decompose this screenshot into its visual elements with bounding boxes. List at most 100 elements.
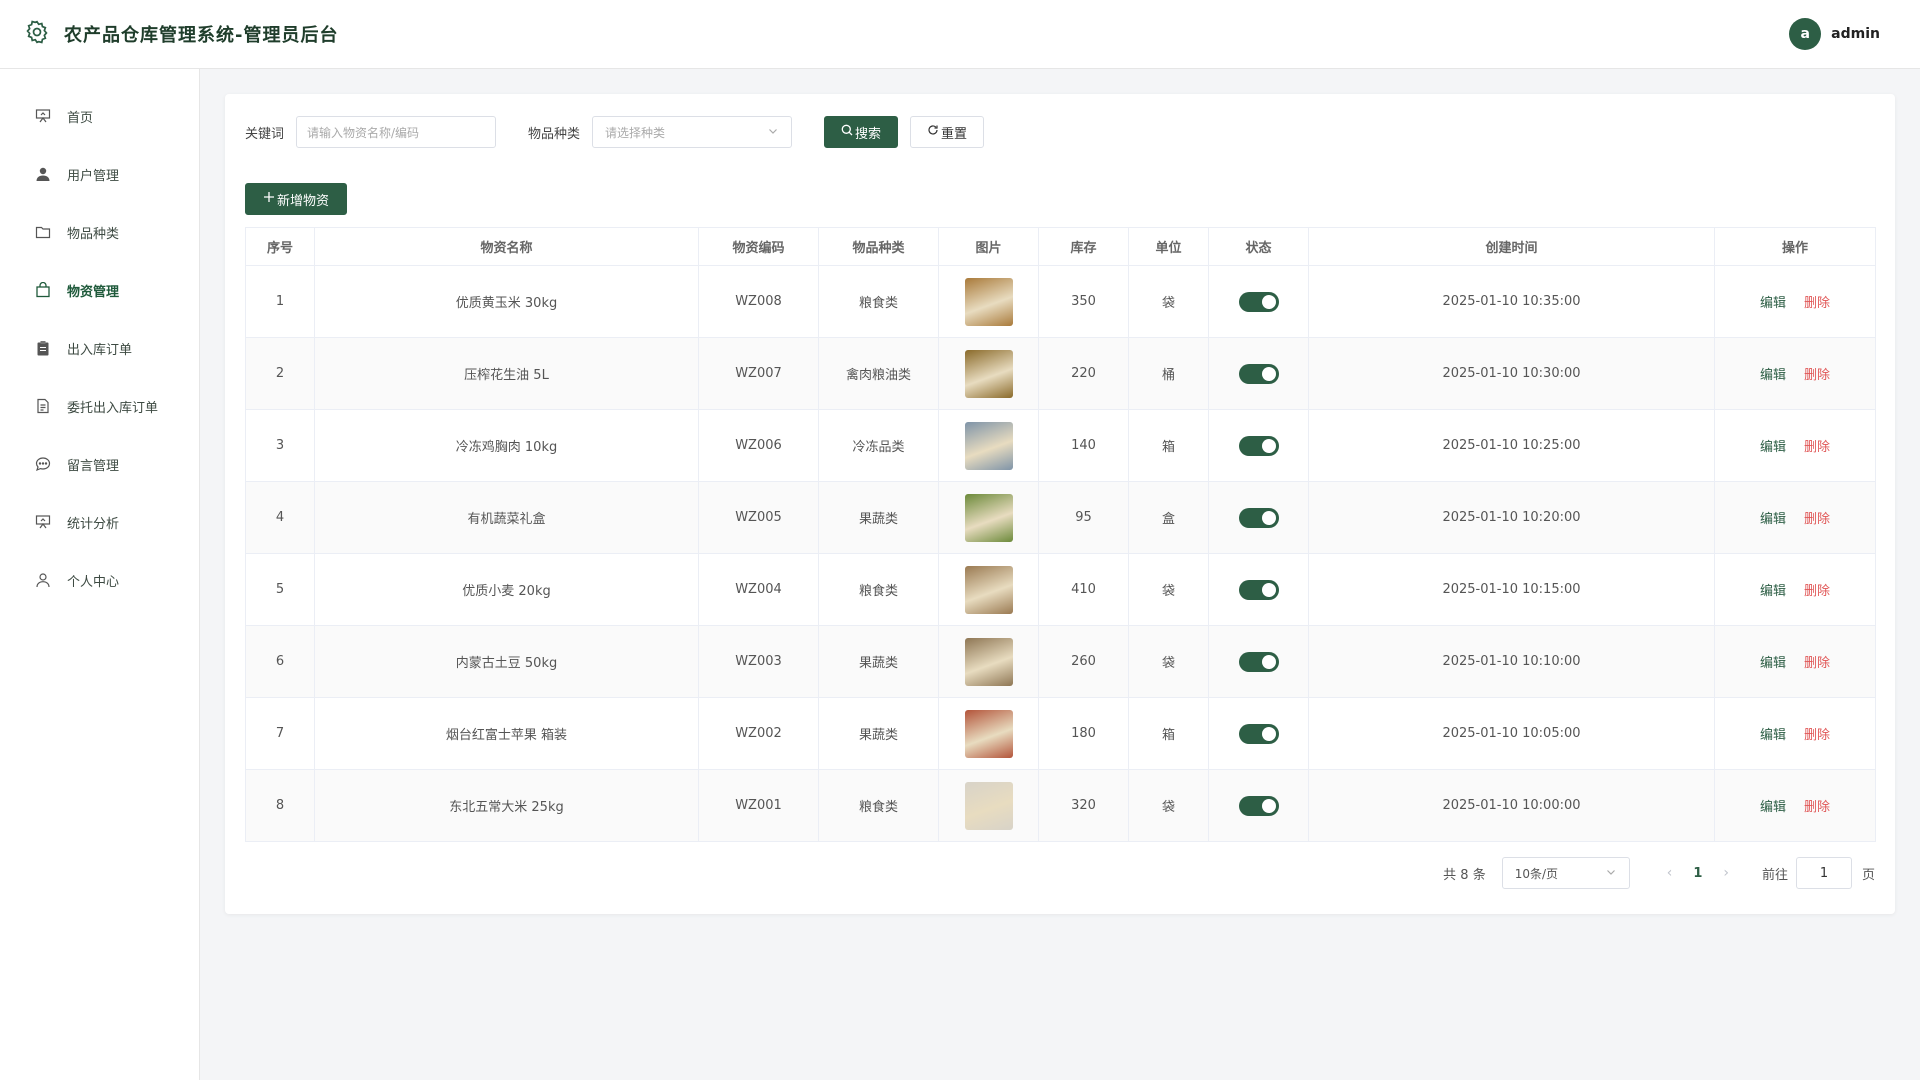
delete-button[interactable]: 删除 <box>1804 440 1830 455</box>
chevron-down-icon <box>767 125 779 140</box>
stock-value: 180 <box>1038 697 1129 770</box>
edit-button[interactable]: 编辑 <box>1760 368 1786 383</box>
row-number: 1 <box>245 265 315 338</box>
presentation-icon <box>35 108 51 124</box>
delete-button[interactable]: 删除 <box>1804 512 1830 527</box>
image-cell <box>938 625 1039 698</box>
table-row: 5 优质小麦 20kg WZ004 粮食类 410 袋 2025-01-10 10:15:0… <box>245 553 1876 626</box>
username[interactable]: admin <box>1831 26 1880 42</box>
prev-page-icon[interactable]: ‹ <box>1667 865 1673 881</box>
unit-value: 袋 <box>1128 769 1209 842</box>
sidebar-item-statistics[interactable]: 统计分析 <box>0 493 199 551</box>
table-row: 8 东北五常大米 25kg WZ001 粮食类 320 袋 2025-01-10 10:00… <box>245 769 1876 842</box>
status-toggle[interactable] <box>1238 507 1279 528</box>
sidebar-item-profile[interactable]: 个人中心 <box>0 551 199 609</box>
sidebar-item-orders[interactable]: 出入库订单 <box>0 319 199 377</box>
edit-button[interactable]: 编辑 <box>1760 440 1786 455</box>
col-header: 库存 <box>1038 227 1129 266</box>
page-size-select[interactable]: 10条/页 <box>1501 857 1630 889</box>
category-placeholder: 请选择种类 <box>605 125 666 140</box>
edit-button[interactable]: 编辑 <box>1760 728 1786 743</box>
edit-button[interactable]: 编辑 <box>1760 800 1786 815</box>
sidebar-item-materials[interactable]: 物资管理 <box>0 261 199 319</box>
col-header: 物资名称 <box>314 227 699 266</box>
status-toggle[interactable] <box>1238 435 1279 456</box>
table-row: 4 有机蔬菜礼盒 WZ005 果蔬类 95 盒 2025-01-10 10:20:00 编辑 删… <box>245 481 1876 554</box>
product-image[interactable] <box>964 637 1013 686</box>
search-button[interactable]: 搜索 <box>824 116 899 148</box>
product-image[interactable] <box>964 781 1013 830</box>
product-image[interactable] <box>964 277 1013 326</box>
stock-value: 350 <box>1038 265 1129 338</box>
table-row: 6 内蒙古土豆 50kg WZ003 果蔬类 260 袋 2025-01-10 10:10:… <box>245 625 1876 698</box>
product-image[interactable] <box>964 493 1013 542</box>
add-label: 新增物资 <box>276 193 329 209</box>
table-row: 2 压榨花生油 5L WZ007 禽肉粮油类 220 桶 2025-01-10 10:30:… <box>245 337 1876 410</box>
row-number: 2 <box>245 337 315 410</box>
product-image[interactable] <box>964 421 1013 470</box>
keyword-label: 关键词 <box>245 126 285 142</box>
table-row: 1 优质黄玉米 30kg WZ008 粮食类 350 袋 2025-01-10 10:35:… <box>245 265 1876 338</box>
material-code: WZ007 <box>698 337 819 410</box>
sidebar-item-home[interactable]: 首页 <box>0 87 199 145</box>
status-toggle[interactable] <box>1238 363 1279 384</box>
edit-button[interactable]: 编辑 <box>1760 656 1786 671</box>
delete-button[interactable]: 删除 <box>1804 368 1830 383</box>
material-category: 果蔬类 <box>818 481 939 554</box>
material-code: WZ002 <box>698 697 819 770</box>
gear-icon <box>24 19 50 49</box>
sidebar-item-messages[interactable]: 留言管理 <box>0 435 199 493</box>
delete-button[interactable]: 删除 <box>1804 728 1830 743</box>
toggle-knob <box>1261 582 1276 597</box>
refresh-icon <box>927 124 939 140</box>
created-time: 2025-01-10 10:05:00 <box>1308 697 1715 770</box>
status-toggle[interactable] <box>1238 795 1279 816</box>
keyword-input[interactable]: 请输入物资名称/编码 <box>296 116 497 148</box>
add-material-button[interactable]: 新增物资 <box>245 183 347 215</box>
edit-button[interactable]: 编辑 <box>1760 512 1786 527</box>
goto-page-value: 1 <box>1819 865 1829 881</box>
sidebar-item-label: 物资管理 <box>67 284 120 300</box>
stock-value: 260 <box>1038 625 1129 698</box>
page-number[interactable]: 1 <box>1693 866 1702 881</box>
product-image[interactable] <box>964 349 1013 398</box>
shopping-bag-icon <box>35 282 51 298</box>
user-menu[interactable]: a admin <box>1789 18 1880 50</box>
product-image[interactable] <box>964 565 1013 614</box>
edit-button[interactable]: 编辑 <box>1760 584 1786 599</box>
stock-value: 410 <box>1038 553 1129 626</box>
actions-cell: 编辑 删除 <box>1714 409 1876 482</box>
created-time: 2025-01-10 10:30:00 <box>1308 337 1715 410</box>
stock-value: 220 <box>1038 337 1129 410</box>
avatar[interactable]: a <box>1789 18 1822 50</box>
product-image[interactable] <box>964 709 1013 758</box>
material-code: WZ004 <box>698 553 819 626</box>
sidebar-item-entrust-orders[interactable]: 委托出入库订单 <box>0 377 199 435</box>
material-code: WZ001 <box>698 769 819 842</box>
delete-button[interactable]: 删除 <box>1804 296 1830 311</box>
image-cell <box>938 409 1039 482</box>
goto-label: 前往 <box>1761 867 1788 883</box>
delete-button[interactable]: 删除 <box>1804 800 1830 815</box>
reset-button[interactable]: 重置 <box>910 116 985 148</box>
sidebar-item-users[interactable]: 用户管理 <box>0 145 199 203</box>
status-cell <box>1208 481 1309 554</box>
sidebar-item-categories[interactable]: 物品种类 <box>0 203 199 261</box>
status-toggle[interactable] <box>1238 723 1279 744</box>
col-header: 创建时间 <box>1308 227 1715 266</box>
edit-button[interactable]: 编辑 <box>1760 296 1786 311</box>
next-page-icon[interactable]: › <box>1723 865 1729 881</box>
goto-page-input[interactable]: 1 <box>1795 857 1852 889</box>
delete-button[interactable]: 删除 <box>1804 584 1830 599</box>
actions-cell: 编辑 删除 <box>1714 337 1876 410</box>
status-toggle[interactable] <box>1238 291 1279 312</box>
status-cell <box>1208 769 1309 842</box>
sidebar-item-label: 个人中心 <box>67 574 120 590</box>
material-name: 内蒙古土豆 50kg <box>314 625 699 698</box>
category-select[interactable]: 请选择种类 <box>592 116 793 148</box>
status-toggle[interactable] <box>1238 651 1279 672</box>
sidebar-item-label: 首页 <box>67 110 94 126</box>
keyword-placeholder: 请输入物资名称/编码 <box>307 125 420 140</box>
delete-button[interactable]: 删除 <box>1804 656 1830 671</box>
status-toggle[interactable] <box>1238 579 1279 600</box>
